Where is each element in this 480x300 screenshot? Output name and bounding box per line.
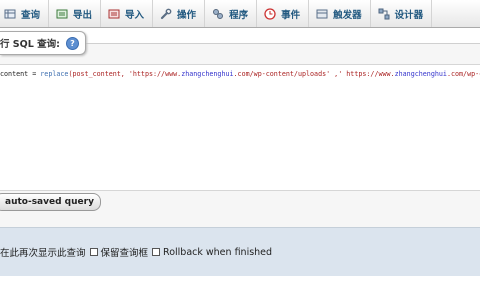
triggers-icon xyxy=(316,8,328,20)
wrench-icon xyxy=(160,8,172,20)
sql-query-legend: 行 SQL 查询: ? xyxy=(0,31,86,55)
tab-label: 程序 xyxy=(229,9,249,21)
tab-label: 导入 xyxy=(125,9,145,21)
code-path: .com/wp-content/uploads' ,' https://www. xyxy=(233,70,395,78)
tab-triggers[interactable]: 触发器 xyxy=(309,0,371,27)
autosaved-query-button[interactable]: auto-saved query xyxy=(0,193,101,211)
query-icon xyxy=(4,8,16,20)
help-icon[interactable]: ? xyxy=(65,36,79,50)
tab-label: 事件 xyxy=(281,9,301,21)
designer-icon xyxy=(378,8,390,20)
code-domain: zhangchenghui xyxy=(181,70,234,78)
tab-export[interactable]: 导出 xyxy=(49,0,102,27)
code-lead: content = xyxy=(0,70,41,78)
keep-query-box-option[interactable]: 保留查询框 xyxy=(101,245,164,259)
tab-query[interactable]: 查询 xyxy=(0,0,50,27)
tab-events[interactable]: 事件 xyxy=(257,0,310,27)
sql-code-line: content = replace(post_content, 'https:/… xyxy=(0,70,480,78)
tab-label: 设计器 xyxy=(394,9,424,21)
tab-label: 操作 xyxy=(177,9,197,21)
keep-query-box-label: 保留查询框 xyxy=(100,248,149,259)
import-icon xyxy=(108,8,120,20)
show-query-again-label: 在此再次显示此查询 xyxy=(0,248,86,259)
tab-label: 查询 xyxy=(21,9,41,21)
code-path: .com/wp-content xyxy=(446,70,480,78)
legend-title: 行 SQL 查询: xyxy=(0,39,60,50)
tab-operations[interactable]: 操作 xyxy=(153,0,206,27)
tab-label: 导出 xyxy=(73,9,93,21)
routines-icon xyxy=(212,8,224,20)
rollback-option[interactable]: Rollback when finished xyxy=(163,247,272,258)
footer-area xyxy=(0,276,480,300)
sql-editor[interactable]: content = replace(post_content, 'https:/… xyxy=(0,64,480,191)
show-query-again-option[interactable]: 在此再次显示此查询 xyxy=(0,245,101,259)
code-domain: zhangchenghui xyxy=(394,70,447,78)
query-options-bar: 在此再次显示此查询 保留查询框 Rollback when finished xyxy=(0,227,480,277)
code-function: replace xyxy=(40,70,69,78)
clock-icon xyxy=(264,7,276,20)
tab-routines[interactable]: 程序 xyxy=(205,0,258,27)
keep-box-checkbox[interactable] xyxy=(89,248,98,256)
tab-label: 触发器 xyxy=(333,9,362,21)
code-args: (post_content, 'https://www. xyxy=(68,70,182,78)
rollback-label: Rollback when finished xyxy=(163,246,273,258)
tab-designer[interactable]: 设计器 xyxy=(371,0,433,27)
tab-import[interactable]: 导入 xyxy=(101,0,154,27)
rollback-checkbox[interactable] xyxy=(152,248,161,256)
top-menu-bar: 查询 导出 导入 操作 程序 事件 触发器 设计器 xyxy=(0,0,480,28)
export-icon xyxy=(56,8,68,20)
